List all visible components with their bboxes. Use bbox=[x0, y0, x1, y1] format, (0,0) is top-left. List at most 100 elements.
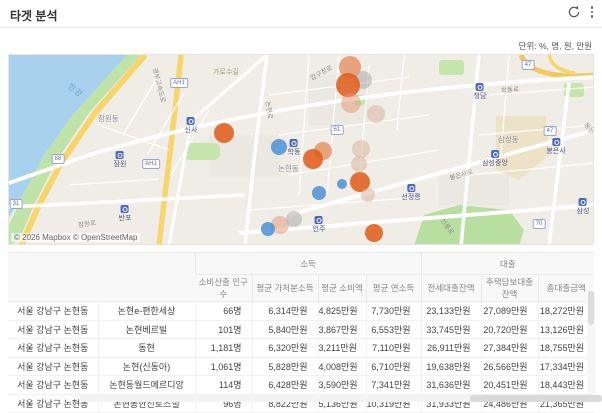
cell-value: 23,133만원 bbox=[421, 302, 481, 321]
page-title: 타겟 분석 bbox=[10, 7, 58, 24]
map-label: 학동로 bbox=[501, 83, 520, 95]
vertical-scrollbar-thumb[interactable] bbox=[588, 291, 594, 325]
road-shield: 61 bbox=[331, 125, 344, 135]
subway-station-label: 잠원 bbox=[114, 159, 127, 169]
table-column-header: 평균 연소득 bbox=[366, 275, 421, 302]
map-label: 삼성동 bbox=[498, 134, 519, 145]
cell-region: 서울 강남구 논현동 bbox=[8, 376, 98, 395]
cell-apartment-name: 논현e-편한세상 bbox=[98, 302, 195, 321]
cell-value: 101명 bbox=[195, 320, 252, 339]
map-bubble[interactable] bbox=[271, 139, 287, 155]
table-row[interactable]: 서울 강남구 논현동논현e-편한세상66명6,314만원4,825만원7,730… bbox=[8, 302, 594, 321]
subway-station-icon bbox=[290, 139, 298, 147]
table-row[interactable]: 서울 강남구 논현동동현1,181명6,320만원3,211만원7,110만원2… bbox=[8, 339, 594, 358]
subway-station: 언주 bbox=[313, 216, 326, 234]
map-bubble[interactable] bbox=[261, 222, 275, 236]
map-label: 논현동 bbox=[278, 163, 299, 174]
table-row[interactable]: 서울 강남구 논현동논현동월드메르디앙114명6,428만원3,590만원7,3… bbox=[8, 376, 594, 395]
cell-value: 20,720만원 bbox=[481, 320, 538, 339]
map-label: 논현로 bbox=[264, 100, 276, 119]
subway-station-label: 선정릉 bbox=[401, 192, 420, 202]
cell-value: 18,272만원 bbox=[538, 302, 594, 321]
cell-value: 7,341만원 bbox=[366, 376, 421, 395]
cell-value: 13,126만원 bbox=[538, 320, 594, 339]
table-column-header: 소비산출 인구수 bbox=[195, 275, 252, 302]
subway-station: 반포 bbox=[119, 205, 132, 223]
map-bubble[interactable] bbox=[341, 93, 361, 113]
cell-value: 17,334만원 bbox=[538, 357, 594, 376]
cell-value: 1,061명 bbox=[195, 357, 252, 376]
map-bubble[interactable] bbox=[312, 186, 326, 200]
horizontal-scrollbar[interactable] bbox=[80, 395, 602, 402]
vertical-scrollbar[interactable] bbox=[587, 290, 595, 394]
subway-station-label: 학동 bbox=[288, 147, 301, 157]
map-label: 봉은사로 bbox=[582, 120, 594, 144]
table-row[interactable]: 서울 강남구 논현동논현베르빌101명5,840만원3,867만원6,553만원… bbox=[8, 320, 594, 339]
table-column-header: 전세대출잔액 bbox=[421, 275, 481, 302]
subway-station-icon bbox=[315, 216, 323, 224]
table-group-header: 대출 bbox=[421, 253, 594, 275]
subway-station-label: 봉은사 bbox=[546, 146, 565, 156]
table-column-header: 평균 소비액 bbox=[318, 275, 366, 302]
map-bubble[interactable] bbox=[214, 123, 234, 143]
subway-station: 삼성중앙 bbox=[482, 150, 508, 168]
cell-value: 5,828만원 bbox=[252, 357, 318, 376]
refresh-icon[interactable] bbox=[567, 5, 581, 19]
road-shield: AH1 bbox=[142, 159, 160, 169]
kebab-menu-icon[interactable] bbox=[587, 4, 597, 20]
cell-value: 4,008만원 bbox=[318, 357, 366, 376]
table-column-header: 주택담보대출잔액 bbox=[481, 275, 538, 302]
subway-station: 청담 bbox=[474, 83, 487, 101]
subway-station-icon bbox=[187, 117, 195, 125]
subway-station: 신사 bbox=[185, 117, 198, 135]
cell-value: 26,911만원 bbox=[421, 339, 481, 358]
subway-station-label: 삼성중앙 bbox=[482, 158, 508, 168]
map-bubble[interactable] bbox=[365, 224, 383, 242]
road-shield: 47 bbox=[522, 60, 535, 70]
cell-value: 27,089만원 bbox=[481, 302, 538, 321]
subway-station-label: 신사 bbox=[185, 125, 198, 135]
cell-value: 114명 bbox=[195, 376, 252, 395]
cell-value: 18,443만원 bbox=[538, 376, 594, 395]
map-bubble[interactable] bbox=[361, 188, 375, 202]
subway-station: 학동 bbox=[288, 139, 301, 157]
cell-value: 6,314만원 bbox=[252, 302, 318, 321]
map-label: 선릉로 bbox=[439, 216, 457, 236]
map-bubble[interactable] bbox=[351, 156, 367, 172]
map-label: 잠원동 bbox=[98, 113, 119, 124]
cell-value: 26,566만원 bbox=[481, 357, 538, 376]
cell-value: 33,745만원 bbox=[421, 320, 481, 339]
cell-region: 서울 강남구 논현동 bbox=[8, 339, 98, 358]
subway-station-label: 반포 bbox=[119, 213, 132, 223]
cell-apartment-name: 논현베르빌 bbox=[98, 320, 195, 339]
cell-value: 27,384만원 bbox=[481, 339, 538, 358]
map-attribution: © 2026 Mapbox © OpenStreetMap bbox=[11, 233, 140, 242]
map-bubble[interactable] bbox=[337, 179, 347, 189]
table-column-header: 평균 가처분소득 bbox=[252, 275, 318, 302]
subway-station-icon bbox=[407, 184, 415, 192]
subway-station-label: 언주 bbox=[313, 224, 326, 234]
cell-apartment-name: 동현 bbox=[98, 339, 195, 358]
cell-value: 20,451만원 bbox=[481, 376, 538, 395]
cell-value: 3,211만원 bbox=[318, 339, 366, 358]
cell-apartment-name: 논현동월드메르디앙 bbox=[98, 376, 195, 395]
table-row[interactable]: 서울 강남구 논현동논현(신동아)1,061명5,828만원4,008만원6,7… bbox=[8, 357, 594, 376]
table-group-header: 소득 bbox=[195, 253, 421, 275]
cell-region: 서울 강남구 논현동 bbox=[8, 302, 98, 321]
map-label: 가로수길 bbox=[213, 67, 239, 77]
cell-value: 7,730만원 bbox=[366, 302, 421, 321]
map-label: 경부고속도로 bbox=[151, 66, 169, 103]
map-bubble[interactable] bbox=[367, 105, 385, 123]
map-label: 압구정로 bbox=[308, 62, 334, 82]
subway-station-icon bbox=[121, 205, 129, 213]
subway-station: 삼성 bbox=[577, 198, 590, 216]
map-bubble[interactable] bbox=[303, 149, 323, 169]
map-canvas[interactable]: 한강잠원동가로수길압구정로경부고속도로논현로논현동학동로삼성동봉은사로봉은사로선… bbox=[8, 54, 594, 245]
horizontal-scrollbar-thumb[interactable] bbox=[470, 395, 602, 402]
subway-station: 잠원 bbox=[114, 151, 127, 169]
header-blank-cell bbox=[8, 253, 195, 302]
cell-value: 1,181명 bbox=[195, 339, 252, 358]
table-group-header-row: 소득대출 bbox=[8, 253, 594, 275]
road-shield: AH1 bbox=[170, 78, 188, 88]
cell-value: 6,553만원 bbox=[366, 320, 421, 339]
